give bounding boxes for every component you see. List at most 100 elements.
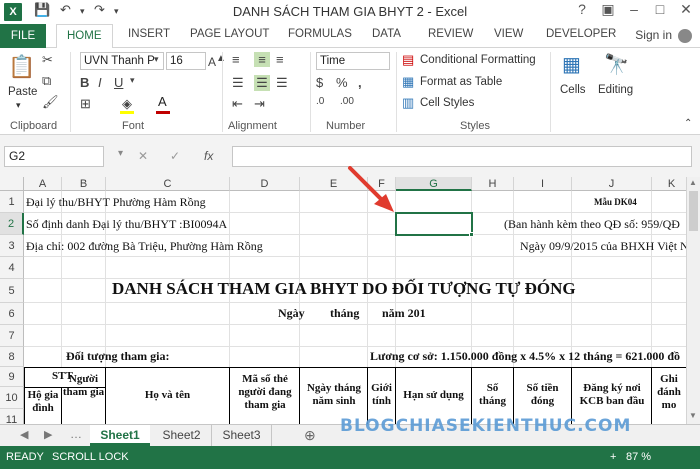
sheet-tab-sheet1[interactable]: Sheet1 — [90, 425, 150, 446]
cells-icon[interactable]: ▦ — [562, 52, 581, 77]
copy-icon[interactable]: ⧉ — [42, 73, 51, 89]
new-sheet-icon[interactable]: ⊕ — [304, 427, 316, 444]
header-ho-gia-dinh[interactable]: Hộ gia đình — [25, 389, 61, 415]
header-han-su-dung[interactable]: Hạn sử dụng — [396, 389, 471, 402]
tab-developer[interactable]: DEVELOPER — [546, 28, 616, 40]
tab-file[interactable]: FILE — [0, 24, 46, 48]
next-sheet-icon[interactable]: ▶ — [44, 428, 52, 441]
cell-a3[interactable]: Địa chỉ: 002 đường Bà Triệu, Phường Hàm … — [26, 239, 263, 254]
cell-i3[interactable]: Ngày 09/9/2015 của BHXH Việt N — [520, 239, 686, 254]
grow-font-icon[interactable]: A▲ — [208, 53, 226, 69]
cell-styles-icon[interactable]: ▥ — [402, 95, 414, 111]
tab-view[interactable]: VIEW — [494, 28, 523, 40]
cell-thang[interactable]: tháng — [330, 306, 359, 321]
tab-home[interactable]: HOME — [56, 24, 113, 49]
sheet-tab-sheet3[interactable]: Sheet3 — [212, 425, 272, 446]
name-box[interactable]: G2 — [4, 146, 104, 167]
cell-a1[interactable]: Đại lý thu/BHYT Phường Hàm Rồng — [26, 195, 206, 210]
select-all-corner[interactable] — [0, 177, 24, 191]
account-icon[interactable] — [678, 29, 692, 43]
row-header-6[interactable]: 6 — [0, 303, 24, 325]
fill-handle[interactable] — [469, 232, 474, 237]
column-header-i[interactable]: I — [514, 177, 572, 191]
scroll-down-icon[interactable]: ▼ — [689, 411, 697, 420]
name-box-dropdown-icon[interactable]: ▾ — [118, 148, 123, 159]
row-header-10[interactable]: 10 — [0, 387, 24, 409]
align-top-icon[interactable]: ≡ — [232, 52, 240, 67]
underline-icon[interactable]: U — [114, 75, 123, 90]
cut-icon[interactable]: ✂ — [42, 52, 53, 68]
cell-f8[interactable]: Lương cơ sở: 1.150.000 đồng x 4.5% x 12 … — [370, 349, 680, 364]
font-dropdown-icon[interactable]: ▾ — [154, 54, 159, 65]
zoom-level[interactable]: 87 % — [626, 446, 651, 469]
conditional-formatting-button[interactable]: Conditional Formatting — [420, 54, 536, 66]
header-ngay-sinh[interactable]: Ngày tháng năm sinh — [302, 382, 366, 408]
enter-icon[interactable]: ✓ — [170, 149, 180, 163]
format-as-table-icon[interactable]: ▦ — [402, 74, 414, 90]
worksheet-grid[interactable]: A B C D E F G H I J K 1 2 3 4 5 6 7 8 9 … — [0, 177, 686, 424]
editing-button[interactable]: Editing — [598, 84, 633, 96]
row-header-2[interactable]: 2 — [0, 213, 24, 235]
cell-j1[interactable]: Mẫu DK04 — [594, 197, 637, 207]
collapse-ribbon-icon[interactable]: ⌃ — [684, 118, 692, 129]
align-left-icon[interactable]: ☰ — [232, 75, 244, 91]
decrease-decimal-icon[interactable]: .00 — [340, 96, 354, 107]
scroll-up-icon[interactable]: ▲ — [689, 178, 697, 187]
paste-dropdown-icon[interactable]: ▾ — [16, 100, 21, 111]
vertical-scroll-thumb[interactable] — [689, 191, 698, 231]
underline-dropdown-icon[interactable]: ▾ — [130, 75, 135, 86]
currency-icon[interactable]: $ — [316, 75, 323, 90]
format-as-table-button[interactable]: Format as Table — [420, 76, 502, 88]
column-header-c[interactable]: C — [106, 177, 230, 191]
format-painter-icon[interactable]: 🖌 — [42, 94, 59, 110]
row-header-5[interactable]: 5 — [0, 279, 24, 303]
header-dang-ky-kcb[interactable]: Đăng ký nơi KCB ban đầu — [574, 382, 650, 408]
cancel-icon[interactable]: ✕ — [138, 149, 148, 163]
font-color-icon[interactable]: A — [158, 94, 167, 109]
column-header-d[interactable]: D — [230, 177, 300, 191]
bold-icon[interactable]: B — [80, 75, 89, 90]
cell-a2[interactable]: Số định danh Đại lý thu/BHYT :BI0094A — [26, 217, 227, 232]
header-nguoi-tham-gia[interactable]: Người tham gia — [62, 373, 105, 399]
increase-indent-icon[interactable]: ⇥ — [254, 96, 265, 112]
sheet-tab-sheet2[interactable]: Sheet2 — [152, 425, 212, 446]
tab-formulas[interactable]: FORMULAS — [288, 28, 352, 40]
column-header-h[interactable]: H — [472, 177, 514, 191]
tab-review[interactable]: REVIEW — [428, 28, 473, 40]
insert-function-icon[interactable]: fx — [204, 149, 213, 163]
header-ghi-chu[interactable]: Ghi đánh mo — [652, 373, 686, 412]
previous-sheet-icon[interactable]: ◀ — [20, 428, 28, 441]
formula-input[interactable] — [232, 146, 692, 167]
row-header-11[interactable]: 11 — [0, 409, 24, 424]
cell-ngay[interactable]: Ngày — [278, 306, 305, 321]
help-icon[interactable]: ? — [570, 1, 594, 17]
conditional-formatting-icon[interactable]: ▤ — [402, 52, 414, 68]
row-header-1[interactable]: 1 — [0, 191, 24, 213]
cell-styles-button[interactable]: Cell Styles — [420, 97, 474, 109]
align-middle-icon[interactable]: ≡ — [254, 52, 270, 67]
cells-button[interactable]: Cells — [560, 84, 586, 96]
close-icon[interactable]: ✕ — [674, 1, 698, 18]
font-size-select[interactable]: 16 — [166, 52, 206, 70]
row-header-4[interactable]: 4 — [0, 257, 24, 279]
column-header-k[interactable]: K — [652, 177, 686, 191]
column-header-a[interactable]: A — [24, 177, 62, 191]
italic-icon[interactable]: I — [98, 75, 102, 90]
editing-icon[interactable]: 🔭 — [604, 52, 629, 77]
column-header-j[interactable]: J — [572, 177, 652, 191]
minimize-icon[interactable]: – — [622, 1, 646, 17]
font-name-select[interactable]: UVN Thanh P — [80, 52, 164, 70]
column-header-g[interactable]: G — [396, 177, 472, 191]
row-header-8[interactable]: 8 — [0, 347, 24, 367]
zoom-in-icon[interactable]: + — [610, 446, 616, 469]
row-header-9[interactable]: 9 — [0, 367, 24, 387]
vertical-scrollbar[interactable]: ▲ ▼ — [686, 177, 700, 424]
row-header-7[interactable]: 7 — [0, 325, 24, 347]
percent-icon[interactable]: % — [336, 75, 348, 90]
align-right-icon[interactable]: ☰ — [276, 75, 288, 91]
header-ma-so-the[interactable]: Mã số thẻ người đang tham gia — [232, 373, 298, 412]
number-format-select[interactable]: Time — [316, 52, 390, 70]
row-header-3[interactable]: 3 — [0, 235, 24, 257]
tab-data[interactable]: DATA — [372, 28, 401, 40]
ribbon-display-icon[interactable]: ▣ — [596, 1, 620, 18]
